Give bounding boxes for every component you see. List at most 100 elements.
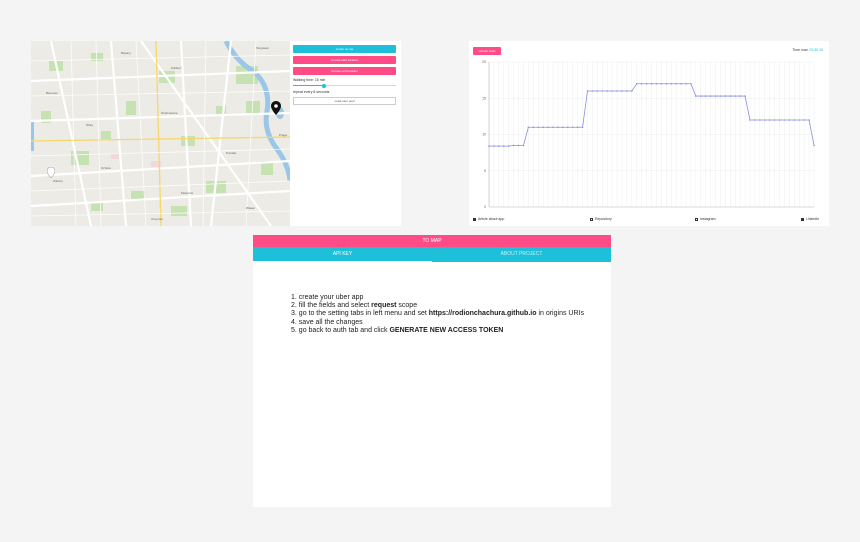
data-point <box>798 119 801 121</box>
tab-bar: API KEY ABOUT PROJECT <box>253 247 611 262</box>
footer-link-repository[interactable]: Repository <box>590 217 612 221</box>
data-point <box>596 90 599 92</box>
walking-time-slider[interactable] <box>293 83 396 88</box>
data-point <box>611 90 613 92</box>
data-point <box>680 82 682 85</box>
map-label: Włochy <box>53 179 63 183</box>
y-tick-label: 5 <box>484 169 486 173</box>
step-number: 4. <box>291 318 299 326</box>
choose-end-button[interactable]: choose end location <box>293 67 396 75</box>
step-text: scope <box>396 302 418 310</box>
footer-link-article[interactable]: Article about app <box>473 217 504 221</box>
chart-footer: Article about app Repository Instagram L… <box>473 217 823 223</box>
data-point <box>808 119 810 121</box>
footer-label: Article about app <box>478 217 505 221</box>
tab-about-project[interactable]: ABOUT PROJECT <box>432 247 611 262</box>
slider-thumb[interactable] <box>321 83 326 88</box>
choose-start-button[interactable]: choose start location <box>293 56 396 64</box>
step-text: save all the changes <box>298 318 363 326</box>
data-point <box>606 90 608 92</box>
data-point <box>645 82 648 85</box>
step-text: fill the fields and select <box>298 302 372 310</box>
data-point <box>739 95 741 97</box>
data-point <box>557 126 559 129</box>
data-point <box>690 82 692 85</box>
article-icon <box>473 217 476 221</box>
map-label: Ochota <box>101 166 111 170</box>
refresh-chart-button[interactable]: refresh chart <box>473 47 501 55</box>
data-point <box>793 119 796 121</box>
data-point <box>512 144 515 147</box>
time-now: Time now: 20:30:15 <box>792 48 823 52</box>
step-item: 4. save all the changes <box>291 319 584 327</box>
tab-api-key[interactable]: API KEY <box>253 247 432 262</box>
price-chart: 0 5 10 15 20 <box>482 60 815 209</box>
map-label: Powiśle <box>226 151 237 155</box>
data-point <box>650 82 653 85</box>
footer-link-instagram[interactable]: Instagram <box>695 217 716 221</box>
footer-link-linkedin[interactable]: LinkedIn <box>801 217 819 221</box>
map-label: Praga <box>279 133 288 137</box>
pin-dark-icon[interactable] <box>271 101 281 115</box>
data-point <box>744 95 746 97</box>
repository-icon <box>590 217 593 221</box>
pin-white-icon[interactable] <box>47 167 55 178</box>
data-point <box>759 119 761 121</box>
data-point <box>635 82 638 85</box>
data-point <box>586 90 589 92</box>
map-panel: Wola Ochota Śródmieście Mokotów Żoliborz… <box>31 41 401 226</box>
step-number: 3. <box>291 310 299 318</box>
data-point <box>552 126 554 129</box>
map-roads <box>31 41 290 226</box>
step-text: in origins URIs <box>536 310 584 318</box>
step-item: 1. create your uber app <box>291 294 584 302</box>
walking-time-label: Walking time: 15 min <box>293 78 326 82</box>
map-label: Ursynów <box>151 217 163 221</box>
data-point <box>704 95 707 97</box>
data-point <box>640 82 643 85</box>
data-point <box>734 95 737 97</box>
map[interactable]: Wola Ochota Śródmieście Mokotów Żoliborz… <box>31 41 290 226</box>
repeat-label: repeat every 8 seconds <box>293 90 330 94</box>
data-point <box>522 144 525 147</box>
step-text: create your uber app <box>298 294 364 301</box>
map-label: Targówek <box>256 46 269 50</box>
y-tick-label: 15 <box>482 96 486 100</box>
data-point <box>655 82 658 85</box>
step-number: 1. <box>291 294 299 301</box>
data-point <box>665 82 668 85</box>
map-label: Żoliborz <box>171 66 182 70</box>
data-point <box>724 95 727 97</box>
data-point <box>749 119 751 121</box>
data-point <box>532 126 535 129</box>
step-number: 5. <box>291 326 299 334</box>
data-point <box>601 90 604 92</box>
linkedin-icon <box>801 217 804 221</box>
map-label: Bielany <box>121 51 131 55</box>
data-point <box>537 126 540 129</box>
data-point <box>488 145 490 147</box>
data-point <box>547 126 549 129</box>
data-point <box>660 82 663 85</box>
chart-panel: 0 5 10 15 20 refresh chart Time now: 20:30:1… <box>469 41 829 226</box>
data-point <box>788 119 791 121</box>
step-text: go to the setting tabs in left menu and … <box>298 310 429 318</box>
footer-label: Instagram <box>700 217 716 221</box>
data-point <box>813 144 815 147</box>
data-point <box>773 119 776 121</box>
step-item: 2. fill the fields and select request sc… <box>291 302 584 310</box>
data-point <box>498 145 500 147</box>
data-point <box>729 95 732 97</box>
step-bold: https://rodionchachura.github.io <box>428 310 537 318</box>
step-number: 2. <box>291 302 299 310</box>
y-tick-label: 10 <box>482 133 486 137</box>
load-button[interactable]: Load user pool <box>293 97 396 105</box>
center-button[interactable]: center on me <box>293 45 396 53</box>
data-point <box>591 90 594 92</box>
to-map-button[interactable]: TO MAP <box>253 235 611 247</box>
steps-list: 1. create your uber app 2. fill the field… <box>291 294 584 335</box>
map-controls: center on me choose start location choos… <box>293 45 396 105</box>
data-point <box>566 126 569 129</box>
data-point <box>675 82 677 85</box>
map-label: Wawer <box>246 206 256 210</box>
